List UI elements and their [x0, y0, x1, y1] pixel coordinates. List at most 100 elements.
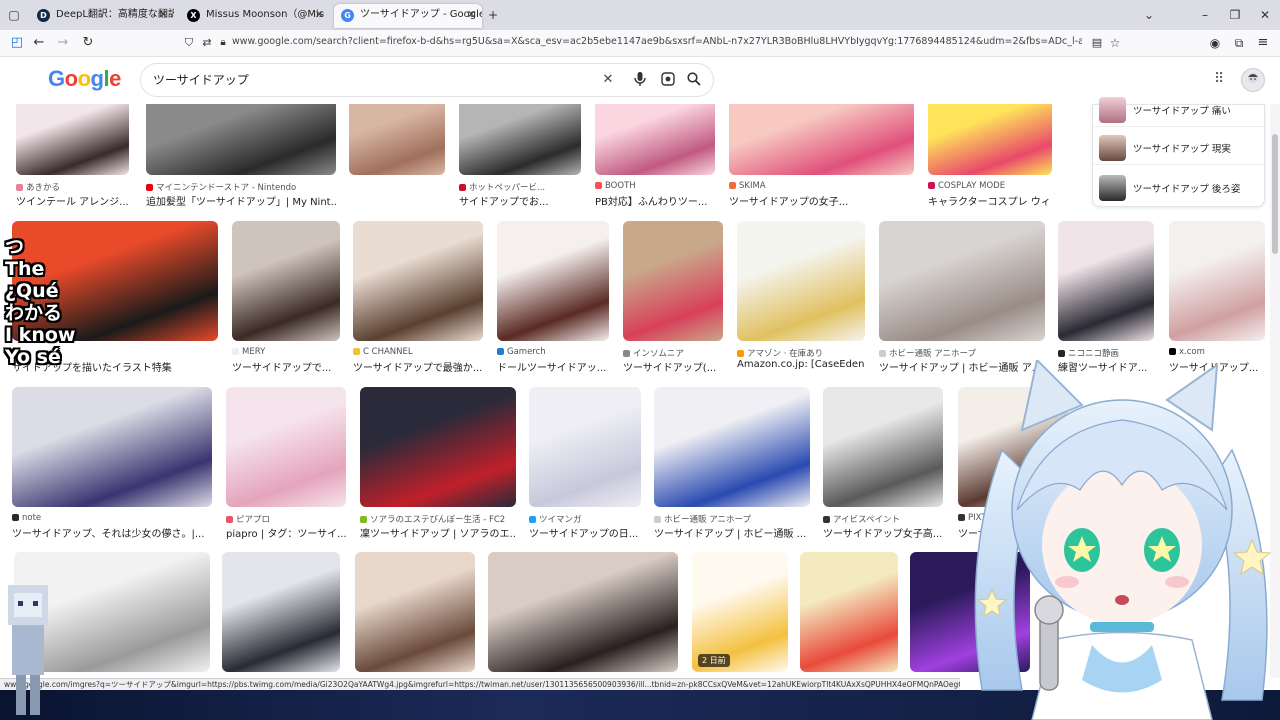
result-thumbnail[interactable]: [16, 104, 129, 175]
result-title[interactable]: ツーサイドアップで最強か...: [353, 359, 483, 374]
image-result-card[interactable]: ホビー通販 アニホープ ツーサイドアップ | ホビー通販 ...: [654, 387, 810, 543]
scrollbar-thumb[interactable]: [1272, 134, 1278, 254]
new-tab-icon[interactable]: +: [484, 6, 502, 24]
avatar[interactable]: [1241, 68, 1265, 92]
result-title[interactable]: Amazon.co.jp: [CaseEden]...: [737, 359, 865, 370]
url-text[interactable]: www.google.com/search?client=firefox-b-d…: [232, 36, 1082, 47]
result-source[interactable]: SKIMA: [729, 181, 914, 191]
result-thumbnail[interactable]: [459, 104, 581, 175]
forward-icon[interactable]: →: [54, 34, 72, 52]
search-box[interactable]: ツーサイドアップ ✕: [140, 63, 714, 97]
tab-x-missus[interactable]: X Missus Moonson（@Mis ✕: [180, 4, 330, 28]
image-result-card[interactable]: マイニンテンドーストア - Nintendo 追加髪型「ツーサイドアップ」| My…: [146, 104, 336, 211]
result-source[interactable]: ホットペッパービ...: [459, 181, 581, 193]
close-tab-icon[interactable]: ✕: [159, 4, 168, 26]
result-title[interactable]: キャラクターコスプレ ウィッグ加工＆...: [928, 193, 1052, 208]
lens-search-icon[interactable]: [660, 72, 676, 88]
result-thumbnail[interactable]: [737, 221, 865, 341]
result-source[interactable]: ホビー通販 アニホープ: [654, 513, 810, 525]
image-result-card[interactable]: 2 日前: [692, 552, 788, 678]
result-source[interactable]: COSPLAY MODE: [928, 181, 1052, 191]
image-result-card[interactable]: ソアラのエステびんぼー生活 - FC2 凜ツーサイドアップ | ソアラのエ...: [360, 387, 516, 543]
result-thumbnail[interactable]: [879, 221, 1045, 341]
result-thumbnail[interactable]: [146, 104, 336, 175]
result-title[interactable]: ツインテール アレンジ...: [16, 193, 129, 208]
google-logo[interactable]: Google: [48, 66, 121, 92]
result-thumbnail[interactable]: [349, 104, 445, 175]
google-apps-icon[interactable]: ⠿: [1214, 72, 1228, 86]
tab-list-chevron-icon[interactable]: ⌄: [1140, 6, 1158, 24]
result-title[interactable]: PB対応】ふんわりツー...: [595, 193, 715, 208]
related-item[interactable]: ツーサイドアップ 現実: [1093, 131, 1266, 165]
maximize-icon[interactable]: ❐: [1226, 6, 1244, 24]
result-source[interactable]: あきかる: [16, 181, 129, 193]
result-title[interactable]: ツーサイドアップの日...: [529, 525, 641, 540]
result-source[interactable]: ソアラのエステびんぼー生活 - FC2: [360, 513, 516, 525]
result-thumbnail[interactable]: [529, 387, 641, 507]
image-result-card[interactable]: インソムニア ツーサイドアップ(...: [623, 221, 723, 377]
tab-deepl[interactable]: D DeepL翻訳：高精度な翻訳ツール ✕: [30, 4, 174, 28]
image-result-card[interactable]: [488, 552, 678, 678]
result-source[interactable]: ツイマンガ: [529, 513, 641, 525]
image-result-card[interactable]: ホビー通販 アニホープ ツーサイドアップ | ホビー通販 ア...: [879, 221, 1045, 377]
image-result-card[interactable]: x.comツーサイドアップ...: [1169, 221, 1265, 377]
close-window-icon[interactable]: ✕: [1256, 6, 1274, 24]
extensions-icon[interactable]: ⧉: [1230, 34, 1248, 52]
result-title[interactable]: piapro | タグ：ツーサイ...: [226, 525, 346, 540]
result-thumbnail[interactable]: [623, 221, 723, 341]
result-thumbnail[interactable]: [355, 552, 475, 672]
image-result-card[interactable]: [222, 552, 340, 678]
result-thumbnail[interactable]: [232, 221, 340, 341]
result-title[interactable]: ツーサイドアップ(...: [623, 359, 723, 374]
reload-icon[interactable]: ↻: [79, 34, 97, 52]
tab-overview-icon[interactable]: ▢: [5, 6, 23, 24]
result-source[interactable]: ニコニコ静画: [1058, 347, 1154, 359]
image-result-card[interactable]: ホットペッパービ... サイドアップでお...: [459, 104, 581, 211]
result-thumbnail[interactable]: [823, 387, 943, 507]
sidebar-toggle-icon[interactable]: ◰: [8, 34, 26, 52]
result-source[interactable]: BOOTH: [595, 181, 715, 191]
image-result-card[interactable]: ツイマンガ ツーサイドアップの日...: [529, 387, 641, 543]
result-source[interactable]: アイビスペイント: [823, 513, 943, 525]
image-result-card[interactable]: BOOTH PB対応】ふんわりツー...: [595, 104, 715, 211]
result-thumbnail[interactable]: [488, 552, 678, 672]
image-result-card[interactable]: MERY ツーサイドアップで...: [232, 221, 340, 377]
result-title[interactable]: ツーサイドアップの女子...: [729, 193, 914, 208]
result-thumbnail[interactable]: [928, 104, 1052, 175]
result-source[interactable]: インソムニア: [623, 347, 723, 359]
result-source[interactable]: note: [12, 513, 212, 523]
image-result-card[interactable]: [355, 552, 475, 678]
image-result-card[interactable]: [349, 104, 445, 211]
result-thumbnail[interactable]: [226, 387, 346, 507]
image-result-card[interactable]: C CHANNEL ツーサイドアップで最強か...: [353, 221, 483, 377]
image-result-card[interactable]: [800, 552, 898, 678]
tab-google-search[interactable]: G ツーサイドアップ - Google 検索 ✕: [334, 4, 482, 28]
result-title[interactable]: ツーサイドアップ、それは少女の儚さ。|...: [12, 525, 212, 540]
related-item[interactable]: ツーサイドアップ 後ろ姿: [1093, 171, 1266, 205]
result-title[interactable]: 凜ツーサイドアップ | ソアラのエ...: [360, 525, 516, 540]
result-source[interactable]: マイニンテンドーストア - Nintendo: [146, 181, 336, 193]
result-title[interactable]: ツーサイドアップ | ホビー通販 ...: [654, 525, 810, 540]
result-source[interactable]: C CHANNEL: [353, 347, 483, 357]
menu-icon[interactable]: ≡: [1254, 34, 1272, 52]
reader-view-icon[interactable]: ▤: [1088, 34, 1106, 52]
result-thumbnail[interactable]: [360, 387, 516, 507]
image-result-card[interactable]: ニコニコ静画 練習ツーサイドア...: [1058, 221, 1154, 377]
result-thumbnail[interactable]: [1058, 221, 1154, 341]
result-thumbnail[interactable]: [729, 104, 914, 175]
image-result-card[interactable]: note ツーサイドアップ、それは少女の儚さ。|...: [12, 387, 212, 543]
search-input[interactable]: ツーサイドアップ: [153, 64, 249, 96]
close-tab-icon[interactable]: ✕: [467, 4, 476, 26]
result-source[interactable]: Gamerch: [497, 347, 609, 357]
clear-search-icon[interactable]: ✕: [600, 72, 616, 88]
result-thumbnail[interactable]: [595, 104, 715, 175]
bookmark-star-icon[interactable]: ☆: [1106, 34, 1124, 52]
image-result-card[interactable]: あきかる ツインテール アレンジ...: [16, 104, 129, 211]
image-result-card[interactable]: ピアプロ piapro | タグ：ツーサイ...: [226, 387, 346, 543]
image-result-card[interactable]: アイビスペイント ツーサイドアップ女子高...: [823, 387, 943, 543]
url-bar[interactable]: ⛉ ⇄ 🔒︎ www.google.com/search?client=fire…: [176, 33, 1126, 54]
result-thumbnail[interactable]: [800, 552, 898, 672]
result-thumbnail[interactable]: [12, 387, 212, 507]
result-thumbnail[interactable]: [222, 552, 340, 672]
result-source[interactable]: x.com: [1169, 347, 1265, 357]
